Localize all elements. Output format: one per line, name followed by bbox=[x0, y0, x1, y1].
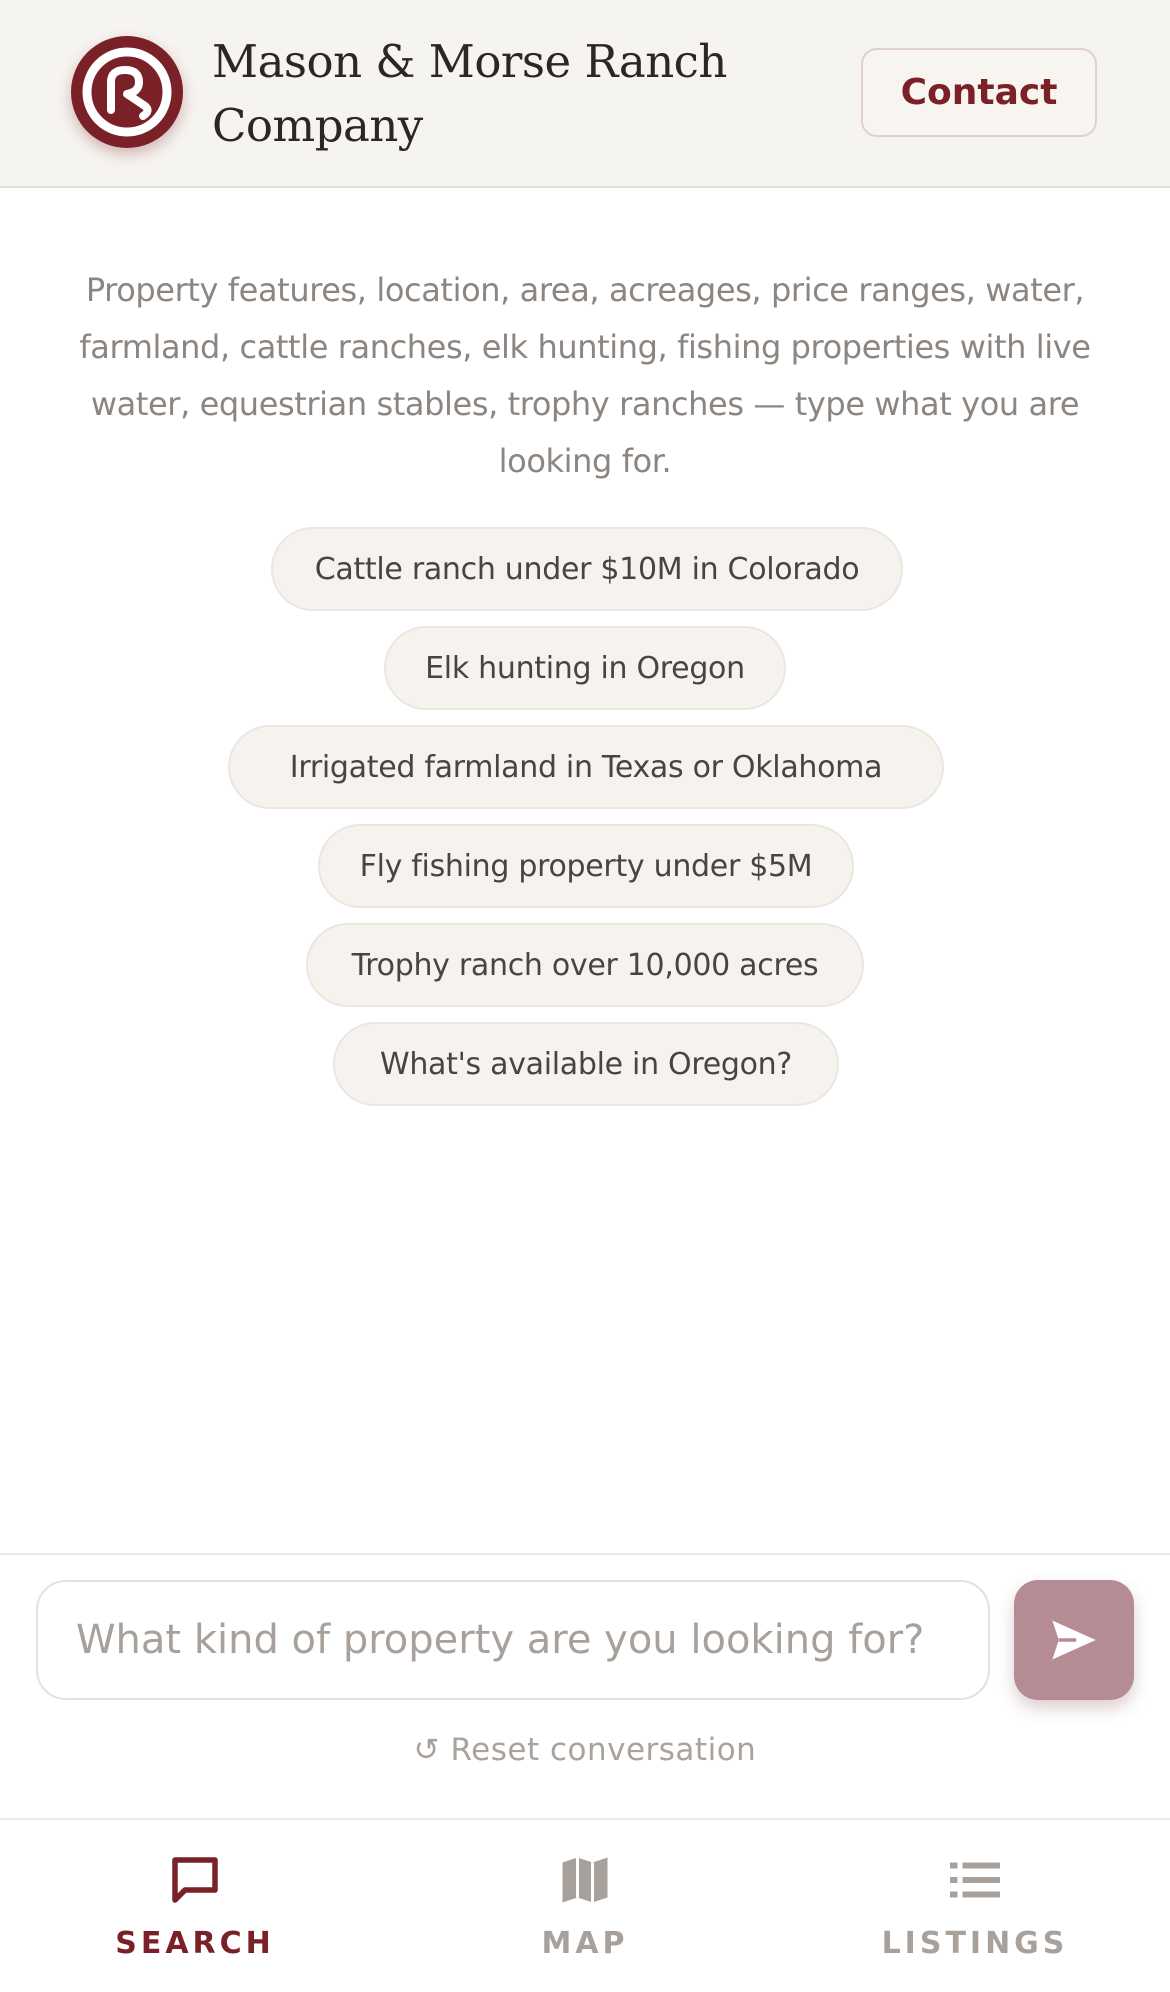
composer-divider bbox=[0, 1553, 1170, 1555]
search-input[interactable] bbox=[36, 1580, 990, 1700]
search-intro-text: Property features, location, area, acrea… bbox=[79, 271, 1091, 480]
suggestion-chip[interactable]: Elk hunting in Oregon bbox=[384, 626, 786, 710]
bottom-nav: SEARCH MAP LISTINGS bbox=[0, 1818, 1170, 1992]
suggestion-chip[interactable]: Cattle ranch under $10M in Colorado bbox=[271, 527, 903, 611]
reset-conversation-link[interactable]: ↺ Reset conversation bbox=[0, 1732, 1170, 1768]
company-logo[interactable] bbox=[71, 36, 183, 148]
map-icon bbox=[562, 1857, 608, 1903]
nav-item-listings[interactable]: LISTINGS bbox=[780, 1820, 1170, 1992]
logo-mark-icon bbox=[82, 47, 172, 137]
send-icon bbox=[1052, 1620, 1096, 1660]
send-button[interactable] bbox=[1014, 1580, 1134, 1700]
nav-label-map: MAP bbox=[541, 1926, 629, 1961]
contact-button[interactable]: Contact bbox=[861, 48, 1097, 137]
suggestion-chip[interactable]: Trophy ranch over 10,000 acres bbox=[306, 923, 864, 1007]
company-name-line-1: Mason & Morse Ranch bbox=[212, 35, 727, 88]
company-name-line-2: Company bbox=[212, 99, 423, 152]
suggestion-chip[interactable]: Irrigated farmland in Texas or Oklahoma bbox=[228, 725, 944, 809]
list-icon bbox=[950, 1862, 1000, 1898]
app-header: Mason & Morse Ranch Company Contact bbox=[0, 0, 1170, 188]
nav-item-search[interactable]: SEARCH bbox=[0, 1820, 390, 1992]
chat-icon bbox=[172, 1857, 218, 1903]
suggestion-chip[interactable]: What's available in Oregon? bbox=[333, 1022, 839, 1106]
suggestion-chip[interactable]: Fly fishing property under $5M bbox=[318, 824, 854, 908]
nav-item-map[interactable]: MAP bbox=[390, 1820, 780, 1992]
company-name: Mason & Morse Ranch Company bbox=[212, 30, 732, 158]
nav-label-search: SEARCH bbox=[115, 1926, 275, 1961]
nav-label-listings: LISTINGS bbox=[881, 1926, 1069, 1961]
